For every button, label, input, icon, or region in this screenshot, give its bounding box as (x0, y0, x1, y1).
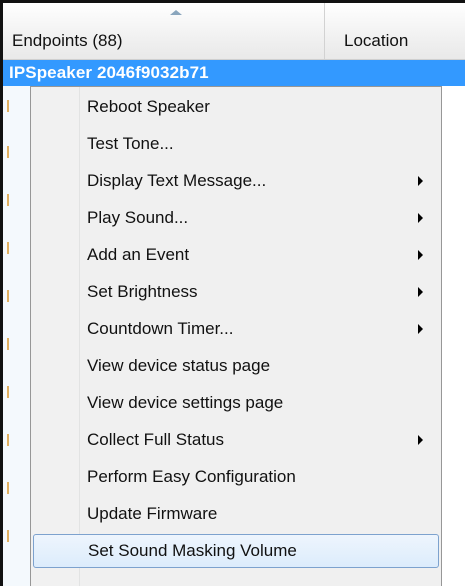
menu-item-label: Collect Full Status (87, 430, 224, 449)
list-row-marker (7, 434, 9, 446)
context-menu: Reboot Speaker Test Tone... Display Text… (30, 86, 442, 586)
submenu-arrow-icon (418, 250, 423, 260)
menu-item-label: Play Sound... (87, 208, 189, 227)
menu-item-label: Add an Event (87, 245, 190, 264)
menu-item-play-sound[interactable]: Play Sound... (33, 201, 439, 235)
menu-item-label: View device status page (87, 356, 271, 375)
submenu-arrow-icon (418, 435, 423, 445)
selected-endpoint-label: IPSpeaker 2046f9032b71 (9, 63, 209, 82)
sort-ascending-icon (170, 10, 182, 15)
menu-item-test-tone[interactable]: Test Tone... (33, 127, 439, 161)
menu-item-countdown-timer[interactable]: Countdown Timer... (33, 312, 439, 346)
list-row-marker (7, 242, 9, 254)
list-row-marker (7, 290, 9, 302)
menu-item-perform-easy-configuration[interactable]: Perform Easy Configuration (33, 460, 439, 494)
list-row-marker (7, 386, 9, 398)
submenu-arrow-icon (418, 324, 423, 334)
menu-item-collect-full-status[interactable]: Collect Full Status (33, 423, 439, 457)
menu-item-label: Display Text Message... (87, 171, 267, 190)
submenu-arrow-icon (418, 287, 423, 297)
menu-item-label: Set Brightness (87, 282, 198, 301)
menu-item-label: Perform Easy Configuration (87, 467, 296, 486)
application-window: Endpoints (88) Location IPSpeaker 2046f9… (0, 0, 465, 586)
menu-item-label: Countdown Timer... (87, 319, 234, 338)
list-row-marker (7, 482, 9, 494)
list-row-marker (7, 530, 9, 542)
column-header-endpoints-label: Endpoints (88) (12, 31, 123, 50)
menu-item-label: Update Firmware (87, 504, 218, 523)
list-header: Endpoints (88) Location (3, 3, 465, 60)
list-row-marker (7, 194, 9, 206)
submenu-arrow-icon (418, 213, 423, 223)
list-row-marker (7, 146, 9, 158)
menu-item-update-firmware[interactable]: Update Firmware (33, 497, 439, 531)
menu-item-add-an-event[interactable]: Add an Event (33, 238, 439, 272)
menu-item-display-text-message[interactable]: Display Text Message... (33, 164, 439, 198)
column-header-location-label: Location (344, 31, 409, 50)
list-row-marker (7, 338, 9, 350)
list-row-marker (7, 100, 9, 112)
menu-item-label: Reboot Speaker (87, 97, 210, 116)
submenu-arrow-icon (418, 176, 423, 186)
menu-item-view-device-status-page[interactable]: View device status page (33, 349, 439, 383)
menu-item-set-brightness[interactable]: Set Brightness (33, 275, 439, 309)
column-header-endpoints[interactable]: Endpoints (88) (3, 3, 325, 59)
column-header-location[interactable]: Location (326, 3, 465, 59)
menu-item-label: View device settings page (87, 393, 284, 412)
endpoint-list-background (3, 86, 31, 586)
menu-item-view-device-settings-page[interactable]: View device settings page (33, 386, 439, 420)
menu-item-reboot-speaker[interactable]: Reboot Speaker (33, 90, 439, 124)
selected-endpoint-row[interactable]: IPSpeaker 2046f9032b71 (3, 60, 465, 86)
menu-item-set-sound-masking-volume[interactable]: Set Sound Masking Volume (33, 534, 439, 568)
menu-item-label: Test Tone... (87, 134, 174, 153)
menu-item-label: Set Sound Masking Volume (88, 541, 297, 560)
